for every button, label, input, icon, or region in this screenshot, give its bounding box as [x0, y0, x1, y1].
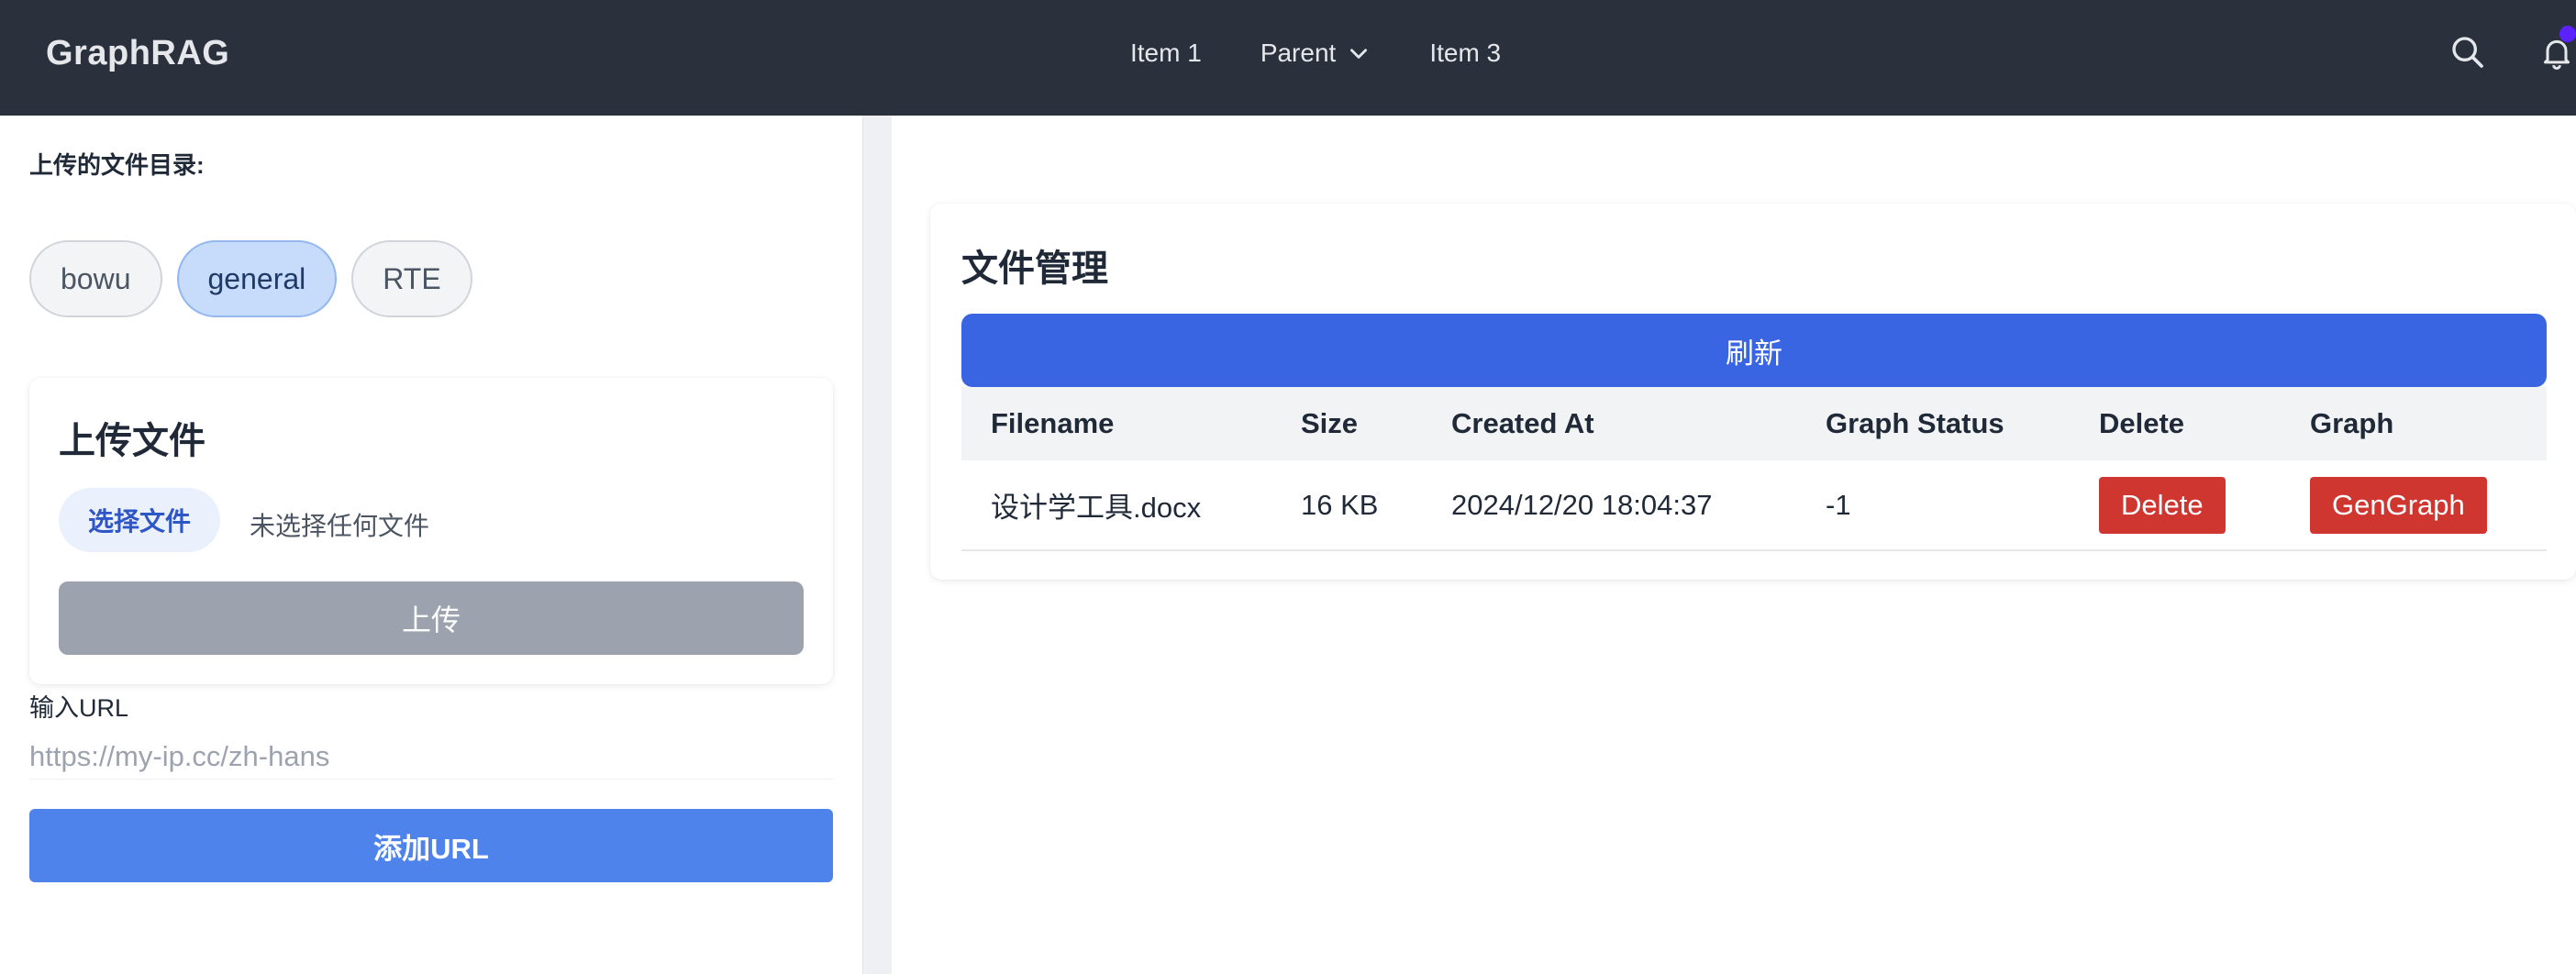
directory-chip-bowu[interactable]: bowu [29, 240, 162, 317]
cell-graph-status: -1 [1796, 460, 2070, 551]
nav-item-parent[interactable]: Parent [1231, 28, 1401, 79]
upload-title: 上传文件 [59, 421, 205, 461]
url-input[interactable] [29, 734, 833, 780]
column-header-size: Size [1271, 387, 1422, 460]
column-header-delete: Delete [2070, 387, 2281, 460]
directory-chip-rte[interactable]: RTE [351, 240, 472, 317]
add-url-button[interactable]: 添加URL [29, 809, 833, 882]
upload-card: 上传文件 选择文件 未选择任何文件 上传 [29, 378, 833, 684]
brand-logo[interactable]: GraphRAG [46, 0, 229, 116]
top-navbar: GraphRAG Item 1 Parent Item 3 [0, 0, 2576, 116]
nav-item-label: Item 1 [1130, 39, 1202, 67]
nav-menu: Item 1 Parent Item 3 [1101, 0, 1530, 106]
nav-item-3[interactable]: Item 3 [1400, 28, 1530, 79]
column-header-graph-status: Graph Status [1796, 387, 2070, 460]
directory-chips: bowu general RTE [29, 240, 472, 317]
column-header-created-at: Created At [1422, 387, 1796, 460]
column-header-graph: Graph [2281, 387, 2547, 460]
cell-size: 16 KB [1271, 460, 1422, 551]
upload-button[interactable]: 上传 [59, 581, 804, 655]
refresh-button[interactable]: 刷新 [961, 314, 2547, 387]
file-management-title: 文件管理 [961, 249, 1108, 289]
directory-chip-general[interactable]: general [176, 240, 338, 317]
directory-section-label: 上传的文件目录: [29, 151, 205, 179]
cell-filename: 设计学工具.docx [961, 460, 1271, 551]
cell-delete: Delete [2070, 460, 2281, 551]
search-icon[interactable] [2449, 34, 2486, 71]
file-management-card: 文件管理 刷新 Filename Size Created At Graph S… [930, 204, 2576, 580]
chevron-down-icon [1350, 49, 1368, 59]
nav-item-label: Item 3 [1429, 39, 1502, 67]
file-table: Filename Size Created At Graph Status De… [961, 387, 2547, 551]
column-header-filename: Filename [961, 387, 1271, 460]
url-label: 输入URL [29, 694, 129, 722]
choose-file-button[interactable]: 选择文件 [59, 488, 220, 552]
no-file-chosen-text: 未选择任何文件 [250, 512, 430, 540]
cell-graph: GenGraph [2281, 460, 2547, 551]
delete-button[interactable]: Delete [2099, 476, 2226, 534]
cell-created-at: 2024/12/20 18:04:37 [1422, 460, 1796, 551]
gen-graph-button[interactable]: GenGraph [2310, 476, 2487, 534]
nav-item-1[interactable]: Item 1 [1101, 28, 1231, 79]
table-header-row: Filename Size Created At Graph Status De… [961, 387, 2547, 460]
panel-divider[interactable] [862, 116, 892, 974]
table-row: 设计学工具.docx 16 KB 2024/12/20 18:04:37 -1 … [961, 460, 2547, 551]
notification-badge [2559, 26, 2576, 42]
nav-item-label: Parent [1260, 39, 1337, 67]
